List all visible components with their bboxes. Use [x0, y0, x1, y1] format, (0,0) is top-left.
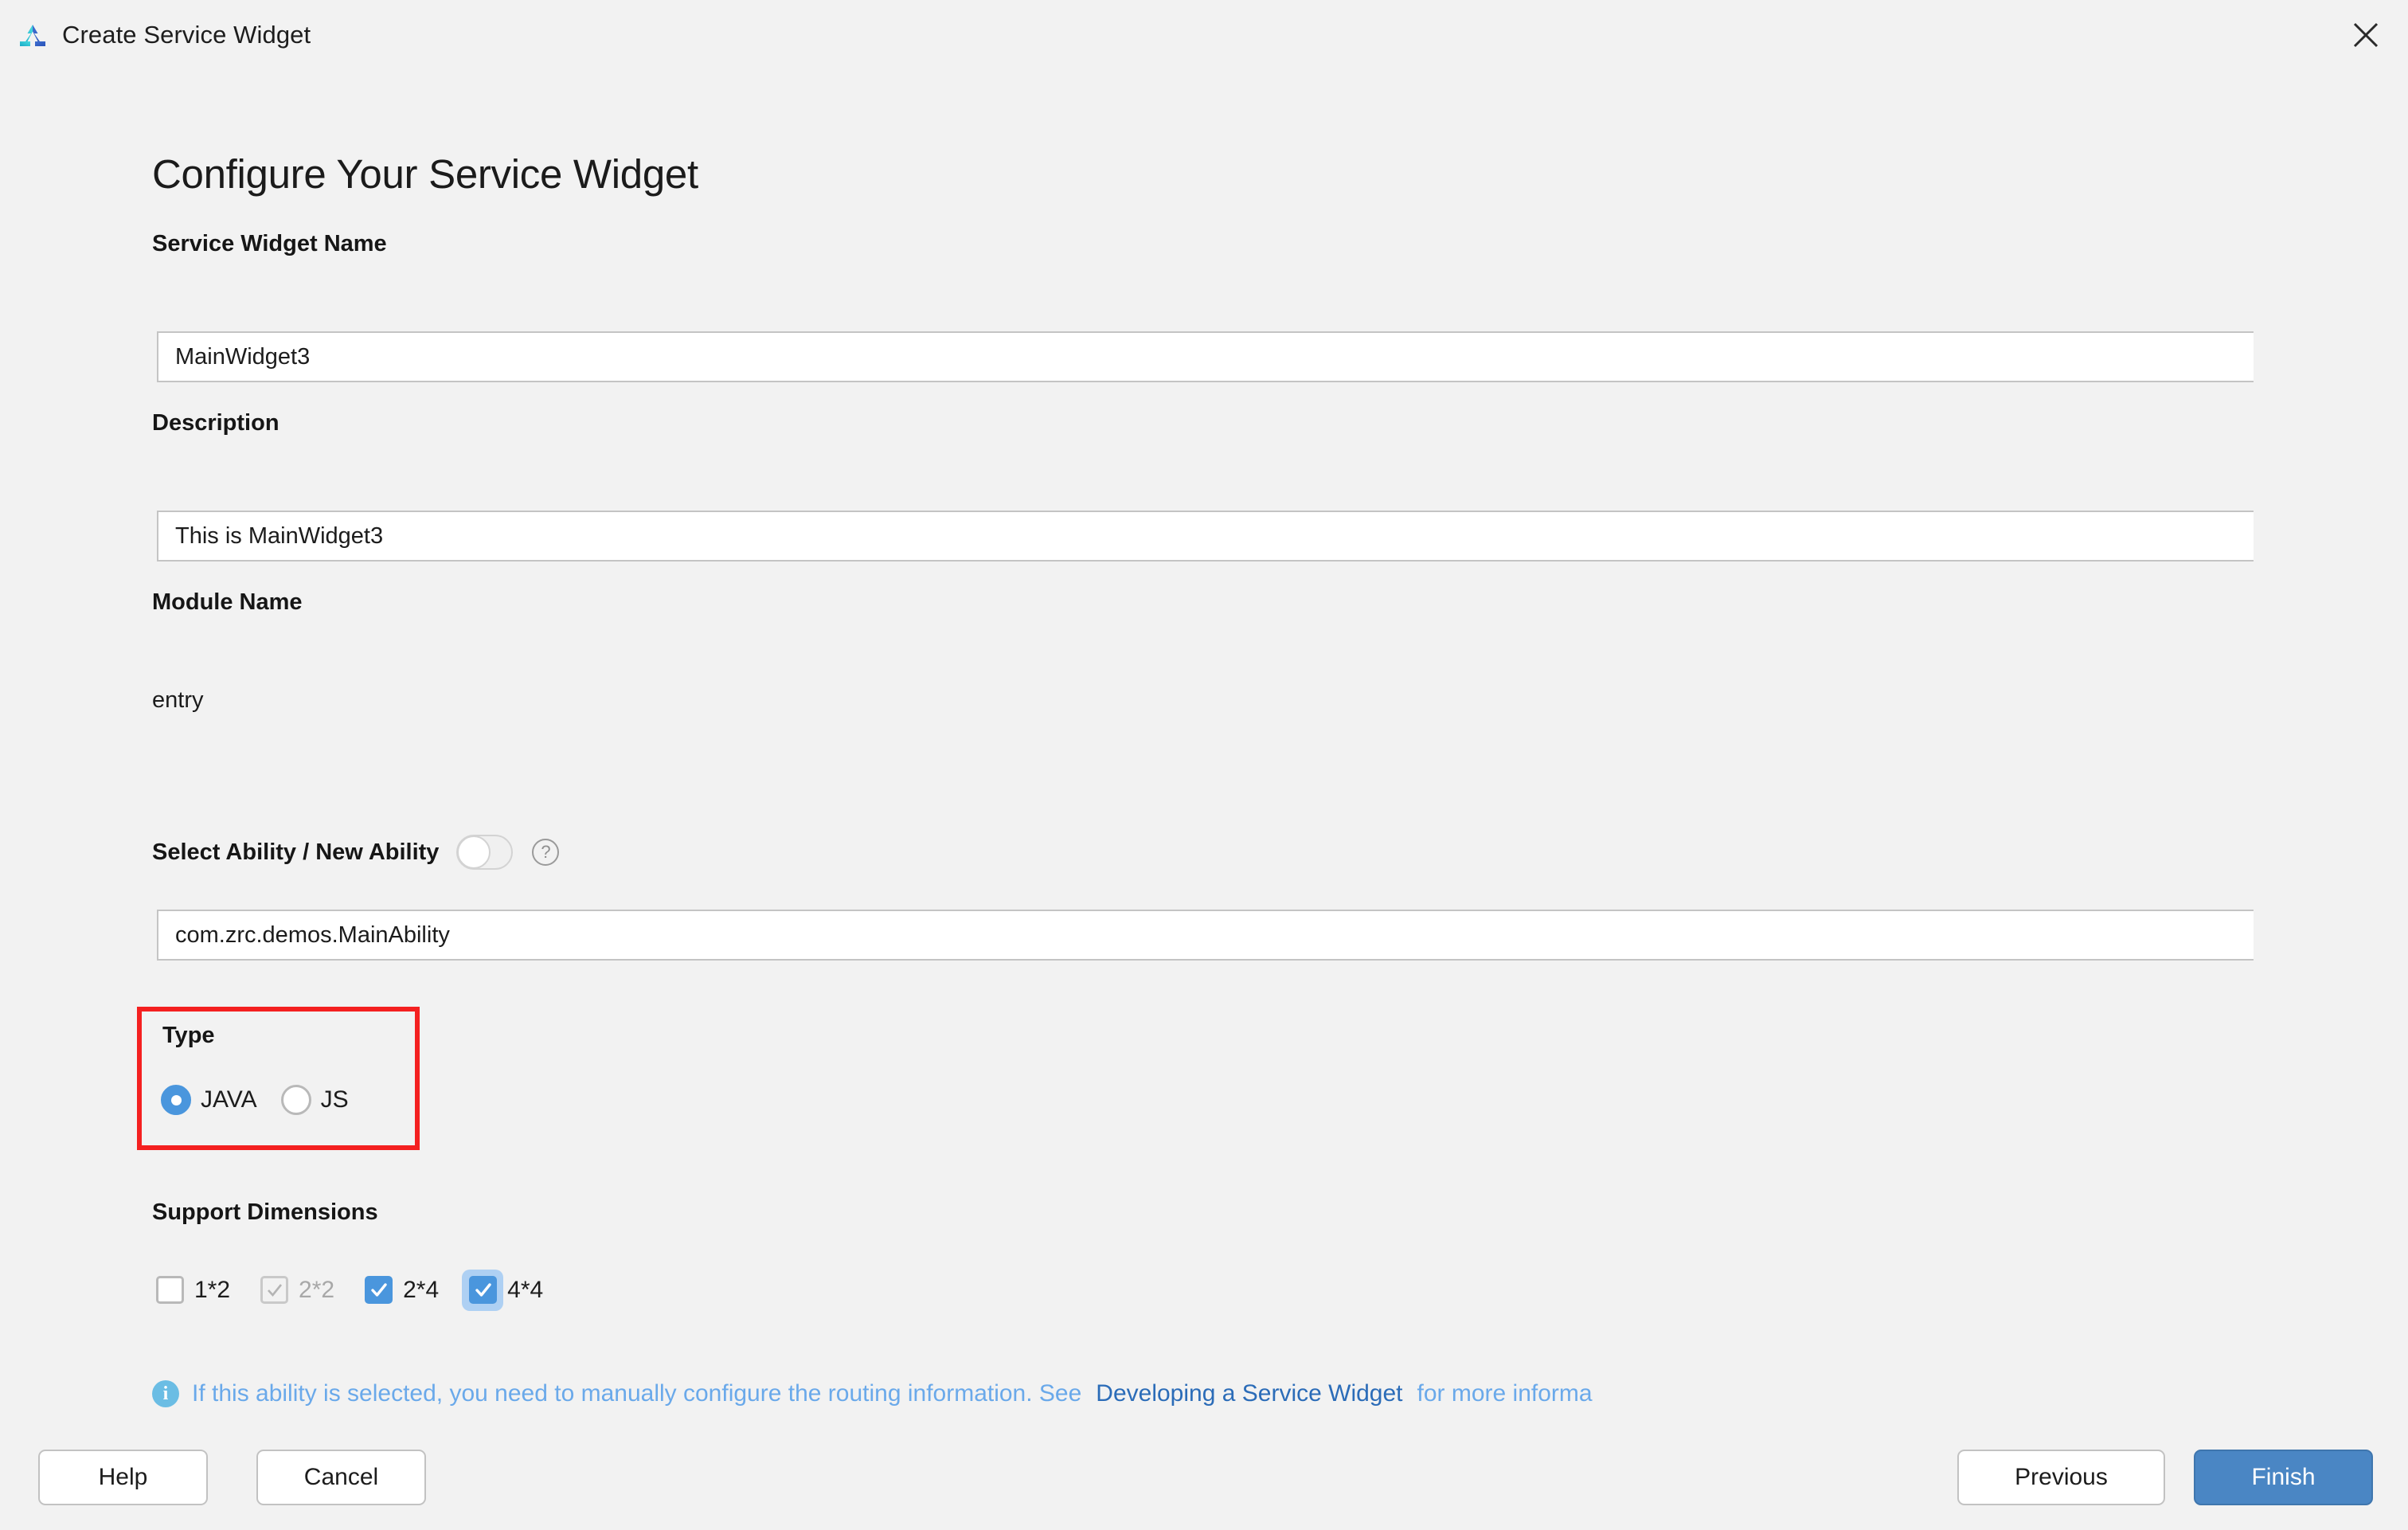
- question-mark-icon[interactable]: ?: [532, 839, 560, 866]
- hint-text-tail: for more informa: [1417, 1380, 1593, 1407]
- radio-selected-icon: [161, 1085, 191, 1115]
- checkbox-unchecked-icon: [156, 1276, 184, 1304]
- checkbox-2x4[interactable]: 2*4: [365, 1276, 439, 1304]
- select-ability-label: Select Ability / New Ability: [152, 839, 440, 865]
- checkbox-4x4[interactable]: 4*4: [462, 1270, 544, 1311]
- select-ability-row: Select Ability / New Ability ?: [152, 835, 560, 870]
- dialog-title: Create Service Widget: [62, 21, 311, 49]
- type-radio-java[interactable]: JAVA: [161, 1085, 257, 1115]
- title-bar-left-group: Create Service Widget: [0, 20, 311, 50]
- dialog-button-bar: Help Cancel Previous Finish: [0, 1424, 2408, 1530]
- radio-unselected-icon: [280, 1085, 311, 1115]
- toggle-knob: [457, 835, 491, 869]
- type-radio-group: JAVA JS: [161, 1085, 349, 1115]
- support-dimensions-label: Support Dimensions: [152, 1199, 378, 1225]
- service-widget-name-label: Service Widget Name: [152, 231, 387, 256]
- type-radio-js-label: JS: [320, 1086, 349, 1113]
- hint-text: If this ability is selected, you need to…: [192, 1380, 1082, 1407]
- checkbox-2x2-label: 2*2: [299, 1276, 335, 1303]
- developing-service-widget-link[interactable]: Developing a Service Widget: [1096, 1380, 1402, 1407]
- ability-select-input[interactable]: com.zrc.demos.MainAbility: [157, 910, 2254, 961]
- help-button[interactable]: Help: [38, 1450, 208, 1505]
- type-highlight-box: Type JAVA JS: [137, 1007, 420, 1150]
- cancel-button[interactable]: Cancel: [256, 1450, 426, 1505]
- checkbox-2x4-label: 2*4: [403, 1276, 440, 1303]
- checkbox-4x4-label: 4*4: [507, 1276, 544, 1303]
- description-label: Description: [152, 410, 280, 436]
- module-name-value: entry: [152, 687, 204, 713]
- page-title: Configure Your Service Widget: [152, 151, 698, 197]
- checkbox-checked-disabled-icon: [260, 1276, 289, 1304]
- description-input[interactable]: This is MainWidget3: [157, 511, 2254, 562]
- support-dimensions-group: 1*2 2*2 2*4 4*4: [156, 1270, 573, 1311]
- checkbox-1x2[interactable]: 1*2: [156, 1276, 230, 1304]
- checkbox-2x2: 2*2: [260, 1276, 334, 1304]
- previous-button[interactable]: Previous: [1957, 1450, 2165, 1505]
- type-radio-java-label: JAVA: [201, 1086, 257, 1113]
- close-icon[interactable]: [2344, 14, 2387, 57]
- info-icon: i: [152, 1380, 179, 1407]
- checkbox-checked-icon: [365, 1276, 393, 1304]
- checkbox-checked-focused-icon: [469, 1276, 498, 1304]
- deveco-triangle-logo-icon: [18, 20, 48, 50]
- type-label: Type: [162, 1023, 215, 1048]
- routing-info-hint: i If this ability is selected, you need …: [152, 1380, 2302, 1407]
- type-radio-js[interactable]: JS: [280, 1085, 349, 1115]
- dialog-title-bar: Create Service Widget: [0, 0, 2408, 70]
- finish-button[interactable]: Finish: [2194, 1450, 2373, 1505]
- dialog-content: Configure Your Service Widget Service Wi…: [0, 70, 2408, 1424]
- new-ability-toggle[interactable]: [456, 835, 514, 870]
- service-widget-name-input[interactable]: MainWidget3: [157, 331, 2254, 382]
- checkbox-1x2-label: 1*2: [194, 1276, 231, 1303]
- module-name-label: Module Name: [152, 589, 303, 615]
